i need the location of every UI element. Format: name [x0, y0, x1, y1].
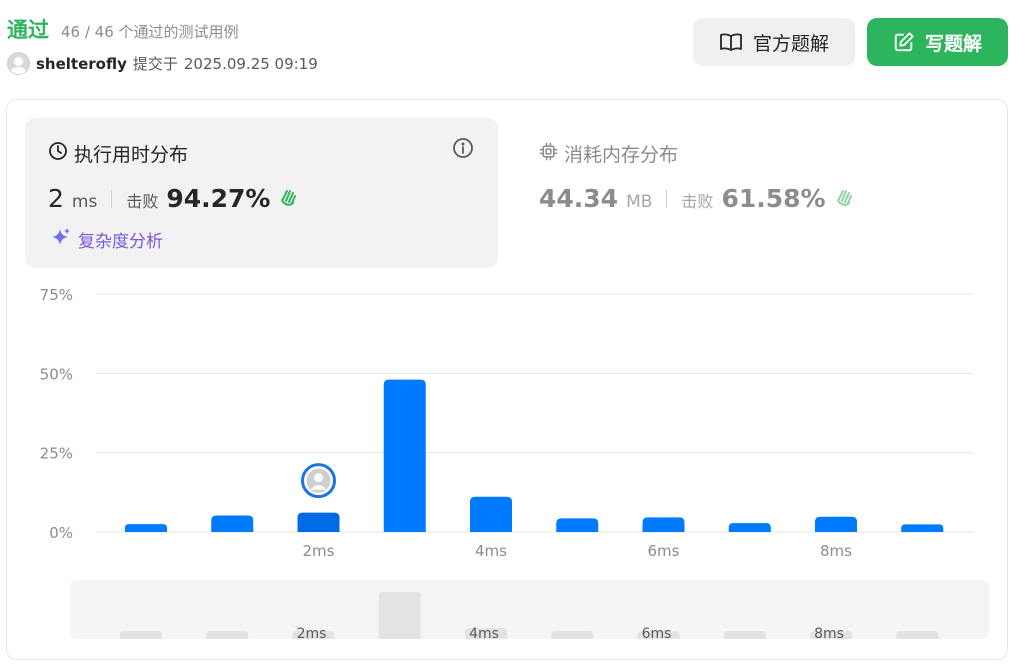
mini-bar: [120, 631, 162, 639]
mini-bar: [896, 631, 939, 639]
mini-x-tick-label: 8ms: [814, 626, 844, 642]
mini-bar: [723, 631, 766, 639]
mini-x-tick-label: 2ms: [297, 626, 327, 642]
mini-overview-chart[interactable]: 2ms 4ms 6ms 8ms: [0, 0, 1020, 669]
mini-bar: [206, 631, 249, 639]
mini-bar: [378, 592, 421, 639]
mini-bar: [551, 631, 594, 639]
mini-x-tick-label: 6ms: [642, 626, 672, 642]
mini-x-tick-label: 4ms: [469, 626, 499, 642]
